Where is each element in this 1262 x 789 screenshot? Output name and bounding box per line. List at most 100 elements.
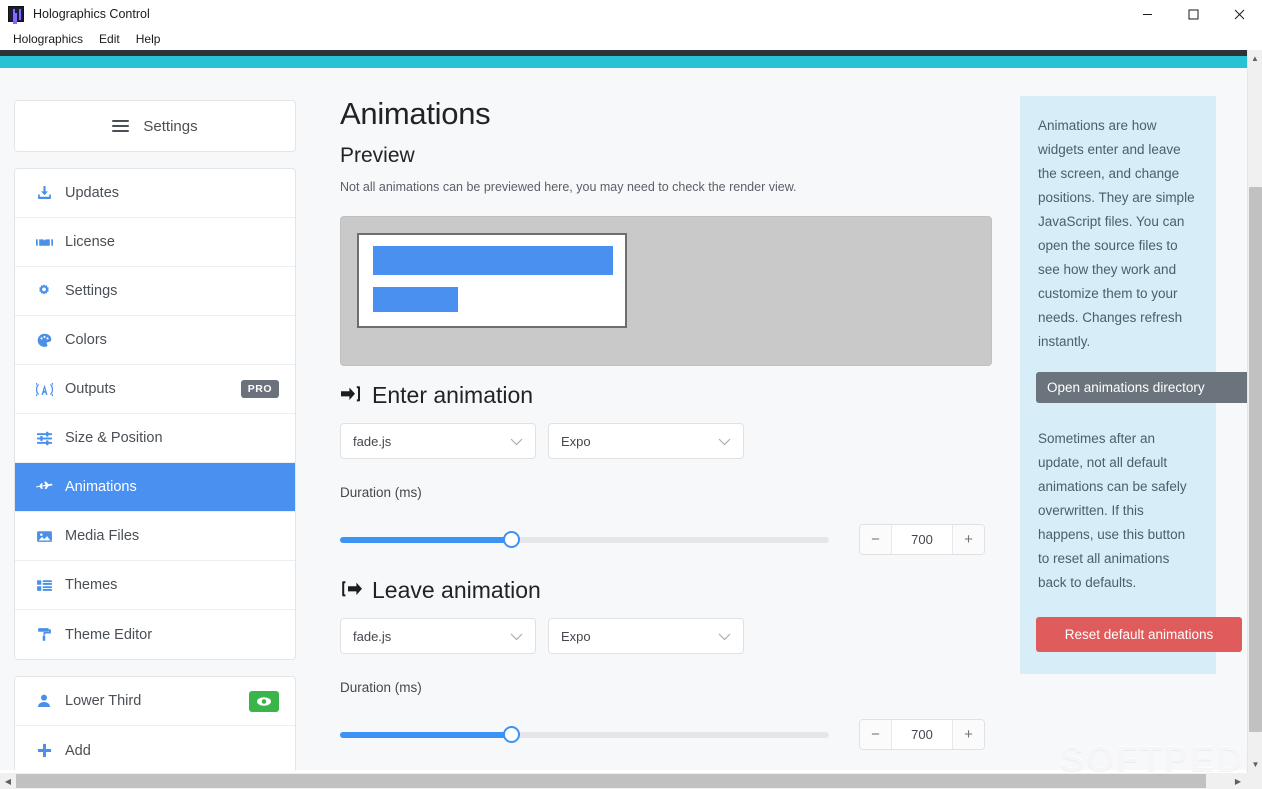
sidebar-item-updates[interactable]: Updates [15, 169, 295, 218]
enter-duration-value[interactable]: 700 [891, 525, 953, 554]
enter-animation-selects: fade.js Expo [340, 423, 992, 459]
enter-animation-heading: Enter animation [340, 382, 992, 409]
arrow-out-of-bracket-icon [340, 580, 362, 602]
preview-note: Not all animations can be previewed here… [340, 180, 797, 194]
sidebar-item-label: Lower Third [65, 693, 142, 709]
enter-easing-select[interactable]: Expo [548, 423, 744, 459]
menu-item-edit[interactable]: Edit [92, 30, 127, 48]
download-icon [31, 185, 57, 202]
main-panel: Animations Preview Not all animations ca… [340, 96, 992, 770]
leave-duration-label: Duration (ms) [340, 680, 422, 695]
sidebar-item-label: Settings [65, 283, 118, 299]
enter-duration-label: Duration (ms) [340, 485, 422, 500]
sidebar-item-theme-editor[interactable]: Theme Editor [15, 610, 295, 659]
plus-icon [31, 742, 57, 759]
info-panel: Animations are how widgets enter and lea… [1020, 96, 1247, 674]
leave-duration-row: − 700 + [340, 719, 992, 750]
settings-button-label: Settings [143, 117, 198, 135]
reset-default-animations-button[interactable]: Reset default animations [1036, 617, 1242, 652]
sidebar-item-animations[interactable]: Animations [15, 463, 295, 512]
paint-roller-icon [31, 626, 57, 643]
leave-easing-select[interactable]: Expo [548, 618, 744, 654]
preview-bar-small [373, 287, 458, 312]
leave-duration-increment-button[interactable]: + [953, 720, 984, 749]
leave-duration-value[interactable]: 700 [891, 720, 953, 749]
leave-animation-heading: Leave animation [340, 577, 992, 604]
chevron-down-icon [510, 434, 523, 449]
enter-animation-title: Enter animation [372, 382, 534, 408]
preview-widget-frame [357, 233, 627, 328]
sidebar-item-outputs[interactable]: Outputs PRO [15, 365, 295, 414]
vertical-scrollbar[interactable]: ▲ ▼ [1247, 50, 1262, 773]
hamburger-icon [112, 117, 130, 135]
pro-badge: PRO [240, 380, 279, 398]
sidebar-item-themes[interactable]: Themes [15, 561, 295, 610]
sidebar-item-media-files[interactable]: Media Files [15, 512, 295, 561]
list-icon [31, 577, 57, 594]
close-button[interactable] [1216, 0, 1262, 28]
sidebar-nav-list: Updates License Settings Colors Outputs … [14, 168, 296, 660]
window-controls [1124, 0, 1262, 28]
sidebar-item-size-position[interactable]: Size & Position [15, 414, 295, 463]
sidebar-item-settings[interactable]: Settings [15, 267, 295, 316]
horizontal-scroll-thumb[interactable] [16, 774, 1206, 788]
sidebar-item-label: Themes [65, 577, 118, 593]
broadcast-icon [31, 381, 57, 398]
slider-thumb[interactable] [503, 530, 520, 548]
menu-item-holographics[interactable]: Holographics [6, 30, 90, 48]
horizontal-scrollbar[interactable]: ◀ ▶ [0, 773, 1262, 789]
sidebar-item-label: Updates [65, 185, 120, 201]
preview-heading: Preview [340, 144, 415, 167]
eye-icon[interactable] [249, 690, 279, 712]
sidebar-item-colors[interactable]: Colors [15, 316, 295, 365]
window-title: Holographics Control [33, 7, 150, 21]
minimize-button[interactable] [1124, 0, 1170, 28]
sidebar-item-label: Media Files [65, 528, 140, 544]
scroll-down-arrow-icon[interactable]: ▼ [1248, 756, 1262, 773]
enter-duration-decrement-button[interactable]: − [860, 525, 891, 554]
sliders-icon [31, 430, 57, 447]
leave-duration-slider[interactable] [340, 725, 829, 743]
scroll-up-arrow-icon[interactable]: ▲ [1248, 50, 1262, 67]
application-window: Holographics Control Holographics Edit H… [0, 0, 1262, 789]
scroll-left-arrow-icon[interactable]: ◀ [0, 773, 16, 789]
chevron-down-icon [718, 629, 731, 644]
sidebar-item-label: Colors [65, 332, 107, 348]
preview-bar-large [373, 246, 613, 275]
sidebar-item-label: Outputs [65, 381, 116, 397]
leave-animation-title: Leave animation [372, 577, 541, 603]
leave-animation-file-select[interactable]: fade.js [340, 618, 536, 654]
sidebar-item-label: License [65, 234, 115, 250]
chevron-down-icon [718, 434, 731, 449]
enter-duration-stepper: − 700 + [859, 524, 985, 555]
enter-easing-value: Expo [561, 433, 591, 449]
leave-animation-selects: fade.js Expo [340, 618, 992, 654]
sidebar: Settings Updates License Settings Colors… [14, 100, 296, 770]
enter-duration-increment-button[interactable]: + [953, 525, 984, 554]
holographics-logo-icon [8, 6, 24, 22]
settings-button[interactable]: Settings [15, 101, 295, 151]
enter-animation-file-select[interactable]: fade.js [340, 423, 536, 459]
palette-icon [31, 332, 57, 349]
sidebar-widget-list: Lower Third Add [14, 676, 296, 770]
slider-fill [340, 536, 512, 543]
menu-item-help[interactable]: Help [129, 30, 168, 48]
gear-icon [31, 283, 57, 299]
enter-duration-slider[interactable] [340, 530, 829, 548]
slider-thumb[interactable] [503, 725, 520, 743]
arrow-into-bracket-icon [340, 385, 362, 407]
leave-duration-decrement-button[interactable]: − [860, 720, 891, 749]
sidebar-item-add[interactable]: Add [15, 726, 295, 770]
maximize-button[interactable] [1170, 0, 1216, 28]
open-animations-directory-button[interactable]: Open animations directory [1036, 372, 1247, 403]
animation-preview-area[interactable] [340, 216, 992, 366]
menu-bar: Holographics Edit Help [0, 28, 1262, 50]
scroll-right-arrow-icon[interactable]: ▶ [1230, 773, 1246, 789]
info-paragraph-1: Animations are how widgets enter and lea… [1038, 118, 1195, 349]
settings-button-card: Settings [14, 100, 296, 152]
vertical-scroll-thumb[interactable] [1249, 187, 1262, 732]
enter-animation-file-value: fade.js [353, 433, 392, 449]
chevron-down-icon [510, 629, 523, 644]
sidebar-item-lower-third[interactable]: Lower Third [15, 677, 295, 726]
sidebar-item-license[interactable]: License [15, 218, 295, 267]
